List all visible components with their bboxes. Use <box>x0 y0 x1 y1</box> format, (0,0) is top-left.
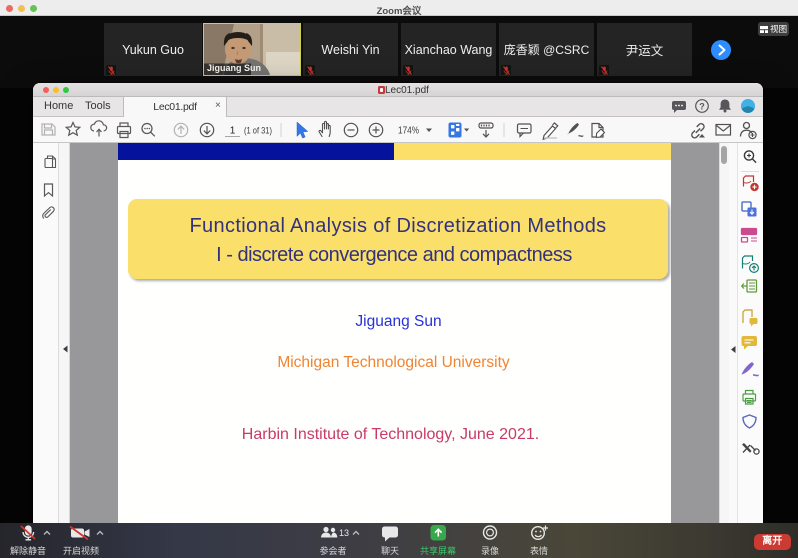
svg-text:174%: 174% <box>398 126 419 137</box>
svg-text:(1 of 31): (1 of 31) <box>244 126 272 137</box>
svg-text:1: 1 <box>230 126 236 137</box>
svg-text:13: 13 <box>339 528 349 538</box>
svg-text:?: ? <box>699 102 705 112</box>
